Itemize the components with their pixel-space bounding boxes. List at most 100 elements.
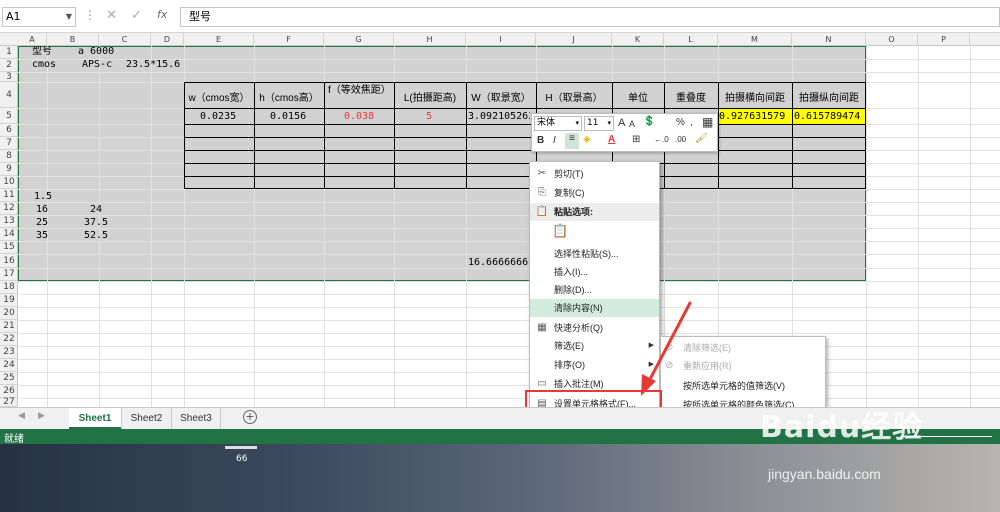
increase-decimal-icon[interactable]: ←.0 <box>654 135 669 144</box>
table-format-icon[interactable]: ▦ <box>702 115 713 129</box>
tab-sheet2[interactable]: Sheet2 <box>121 408 171 429</box>
borders-icon[interactable]: ⊞ <box>632 134 640 145</box>
chevron-down-icon[interactable]: ▼ <box>66 8 72 26</box>
menu-item-4[interactable]: 选择性粘贴(S)... <box>530 245 659 263</box>
add-sheet-button[interactable]: + <box>243 410 257 424</box>
cell-e5[interactable]: 0.0156 <box>270 111 306 123</box>
column-header-i[interactable]: I <box>466 33 536 46</box>
row-header-23[interactable]: 23 <box>0 346 18 359</box>
row-header-17[interactable]: 17 <box>0 268 18 281</box>
row-header-24[interactable]: 24 <box>0 359 18 372</box>
row-header-2[interactable]: 2 <box>0 59 18 72</box>
cancel-icon[interactable]: ✕ <box>106 8 117 23</box>
cell-b12[interactable]: 24 <box>90 204 102 216</box>
cell-d5[interactable]: 0.0235 <box>200 111 236 123</box>
column-header-l[interactable]: L <box>664 33 718 46</box>
cell-a11[interactable]: 1.5 <box>34 191 52 203</box>
cell-l5[interactable]: 0.927631579 <box>719 111 791 123</box>
cell-f4[interactable]: f（等效焦距） <box>328 84 391 98</box>
font-color-icon[interactable]: A <box>608 134 615 145</box>
cell-b1[interactable]: a 6000 <box>78 46 114 58</box>
scroll-tabs-right-icon[interactable]: ▶ <box>38 411 45 421</box>
row-header-5[interactable]: 5 <box>0 108 18 124</box>
column-header-m[interactable]: M <box>718 33 792 46</box>
row-header-22[interactable]: 22 <box>0 333 18 346</box>
row-header-1[interactable]: 1 <box>0 46 18 59</box>
row-header-13[interactable]: 13 <box>0 215 18 228</box>
tab-sheet1[interactable]: Sheet1 <box>69 408 121 429</box>
cell-h5[interactable]: 3.092105263 <box>468 111 530 123</box>
row-header-4[interactable]: 4 <box>0 82 18 108</box>
row-header-27[interactable]: 27 <box>0 397 18 407</box>
column-header-f[interactable]: F <box>254 33 324 46</box>
font-name-select[interactable]: 宋体 ▾ <box>534 116 582 131</box>
cell-a2[interactable]: cmos <box>32 59 56 71</box>
column-header-d[interactable]: D <box>151 33 184 46</box>
comma-icon[interactable]: , <box>690 117 693 128</box>
column-header-a[interactable]: A <box>18 33 47 46</box>
column-header-b[interactable]: B <box>47 33 99 46</box>
shrink-font-icon[interactable]: A <box>629 119 635 129</box>
fill-color-icon[interactable]: ◈ <box>583 134 591 145</box>
scroll-tabs-left-icon[interactable]: ◀ <box>18 411 25 421</box>
row-header-7[interactable]: 7 <box>0 137 18 150</box>
cell-i4[interactable]: H（取景高） <box>536 92 612 106</box>
menu-item-10[interactable]: 排序(O) ▶ <box>530 356 659 374</box>
menu-item-9[interactable]: 筛选(E) ▶ <box>530 337 659 355</box>
menu-item-8[interactable]: ▦ 快速分析(Q) <box>530 319 659 337</box>
row-header-18[interactable]: 18 <box>0 281 18 294</box>
cell-a12[interactable]: 16 <box>36 204 48 216</box>
italic-icon[interactable]: I <box>553 135 556 146</box>
column-header-k[interactable]: K <box>612 33 664 46</box>
decrease-decimal-icon[interactable]: .00 <box>675 135 686 144</box>
cell-h16[interactable]: 16.66666667 <box>468 257 530 269</box>
row-header-9[interactable]: 9 <box>0 163 18 176</box>
row-header-12[interactable]: 12 <box>0 202 18 215</box>
column-header-o[interactable]: O <box>866 33 918 46</box>
name-box[interactable]: A1 ▼ <box>2 7 76 27</box>
grow-font-icon[interactable]: A <box>618 117 625 129</box>
cell-l4[interactable]: 拍摄横向间距 <box>718 92 792 106</box>
cell-b13[interactable]: 37.5 <box>84 217 108 229</box>
enter-icon[interactable]: ✓ <box>131 8 142 23</box>
row-header-19[interactable]: 19 <box>0 294 18 307</box>
row-header-6[interactable]: 6 <box>0 124 18 137</box>
font-size-select[interactable]: 11 ▾ <box>584 116 614 131</box>
cell-m4[interactable]: 拍摄纵向间距 <box>792 92 866 106</box>
insert-function-icon[interactable]: fx <box>157 8 167 21</box>
cell-a13[interactable]: 25 <box>36 217 48 229</box>
menu-item-1[interactable]: ⎘ 复制(C) <box>530 184 659 202</box>
menu-item-6[interactable]: 删除(D)... <box>530 281 659 299</box>
row-header-25[interactable]: 25 <box>0 372 18 385</box>
cell-m5[interactable]: 0.615789474 <box>794 111 865 123</box>
cell-b2[interactable]: APS-c <box>82 59 112 71</box>
cell-a14[interactable]: 35 <box>36 230 48 242</box>
row-header-16[interactable]: 16 <box>0 254 18 268</box>
column-header-p[interactable]: P <box>918 33 970 46</box>
column-header-e[interactable]: E <box>184 33 254 46</box>
menu-item-3[interactable]: 📋 <box>530 220 659 244</box>
column-header-j[interactable]: J <box>536 33 612 46</box>
format-painter-icon[interactable]: 🖌 <box>695 133 708 144</box>
filter-submenu-item-2[interactable]: 按所选单元格的值筛选(V) <box>661 377 825 395</box>
menu-item-7[interactable]: 清除内容(N) <box>530 299 659 317</box>
menu-item-5[interactable]: 插入(I)... <box>530 263 659 281</box>
row-header-20[interactable]: 20 <box>0 307 18 320</box>
cell-a1[interactable]: 型号 <box>32 46 52 58</box>
bold-icon[interactable]: B <box>537 135 544 146</box>
row-header-3[interactable]: 3 <box>0 72 18 82</box>
cell-g5[interactable]: 5 <box>426 111 432 123</box>
row-header-15[interactable]: 15 <box>0 241 18 254</box>
cell-k4[interactable]: 重叠度 <box>664 92 718 106</box>
cell-g4[interactable]: L(拍摄距高) <box>394 92 466 106</box>
align-center-icon[interactable]: ≡ <box>565 133 579 149</box>
column-header-c[interactable]: C <box>99 33 151 46</box>
column-header-g[interactable]: G <box>324 33 394 46</box>
menu-item-0[interactable]: ✂ 剪切(T) <box>530 165 659 183</box>
column-header-n[interactable]: N <box>792 33 866 46</box>
row-header-11[interactable]: 11 <box>0 189 18 202</box>
cell-f5[interactable]: 0.038 <box>344 111 374 123</box>
cell-c2[interactable]: 23.5*15.6 <box>126 59 180 71</box>
formula-input[interactable]: 型号 <box>180 7 1000 27</box>
row-header-21[interactable]: 21 <box>0 320 18 333</box>
